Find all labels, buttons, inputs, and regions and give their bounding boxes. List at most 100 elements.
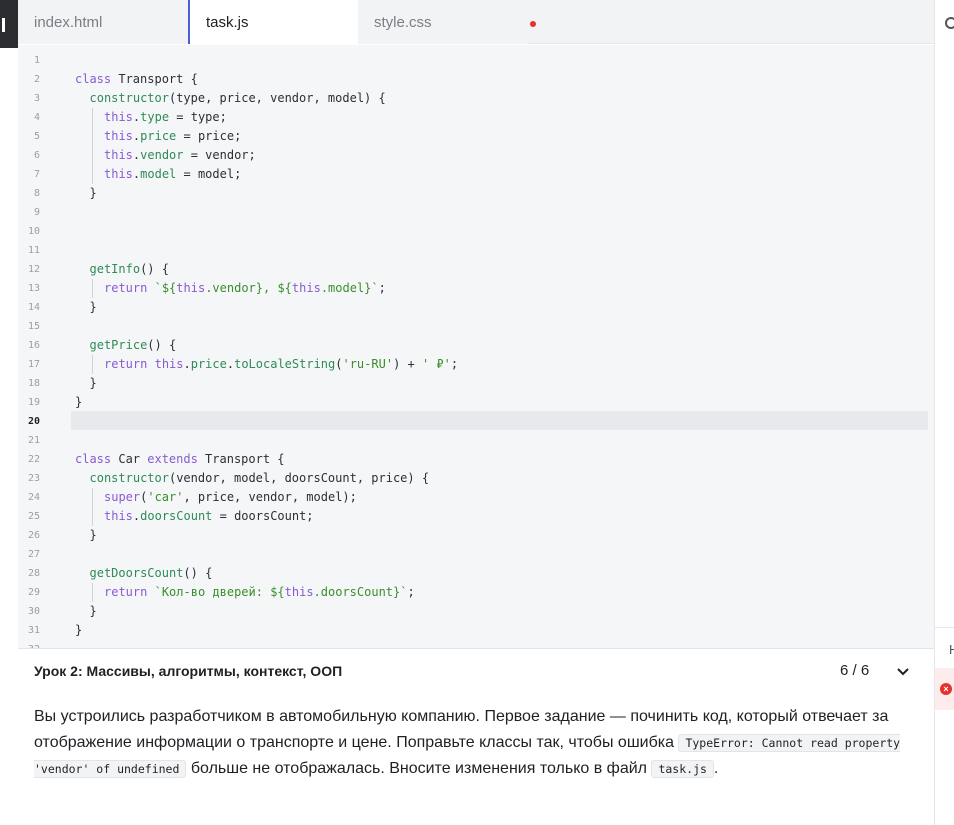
refresh-icon[interactable] (945, 17, 954, 29)
code-line[interactable]: 32 (18, 640, 934, 648)
line-number: 6 (33, 150, 40, 161)
code-token: 'car' (147, 490, 184, 504)
code-token: = vendor; (183, 148, 256, 162)
line-number: 4 (33, 112, 40, 123)
line-number: 15 (27, 321, 40, 332)
tab-index-html[interactable]: index.html (18, 0, 188, 44)
code-token: return (104, 585, 148, 599)
code-line[interactable]: 31} (18, 621, 934, 640)
line-number: 24 (27, 492, 40, 503)
code-line[interactable]: 2 class Transport { (18, 70, 934, 89)
code-line[interactable]: 17 return this.price.toLocaleString('ru-R… (18, 355, 934, 374)
line-number: 30 (27, 606, 40, 617)
code-line[interactable]: 5 this.price = price; (18, 127, 934, 146)
task-description: Вы устроились разработчиком в автомобиль… (34, 704, 924, 782)
indent-guide (91, 355, 93, 374)
code-text: return `Кол-во дверей: ${this.doorsCount… (104, 583, 415, 602)
code-token: () { (183, 566, 213, 580)
code-line[interactable]: 29 return `Кол-во дверей: ${this.doorsCou… (18, 583, 934, 602)
code-token: }, ${ (255, 281, 292, 295)
code-line[interactable]: 20 (18, 412, 934, 431)
code-line[interactable]: 16 getPrice() { (18, 336, 934, 355)
tab-task-js[interactable]: task.js (188, 0, 358, 44)
code-line[interactable]: 4 this.type = type; (18, 108, 934, 127)
code-line[interactable]: 10 (18, 222, 934, 241)
code-line[interactable]: 25 this.doorsCount = doorsCount; (18, 507, 934, 526)
code-token: Car (111, 452, 148, 466)
line-number: 20 (27, 416, 40, 427)
code-line[interactable]: 9 (18, 203, 934, 222)
code-line[interactable]: 3 constructor(type, price, vendor, model)… (18, 89, 934, 108)
line-number: 11 (27, 245, 40, 256)
task-panel: Урок 2: Массивы, алгоритмы, контекст, ОО… (18, 648, 934, 825)
code-token: constructor (89, 471, 169, 485)
chevron-down-icon[interactable] (896, 665, 910, 679)
line-number: 7 (33, 169, 40, 180)
code-token: } (89, 376, 97, 390)
line-number: 29 (27, 587, 40, 598)
line-number: 14 (27, 302, 40, 313)
code-line[interactable]: 11 (18, 241, 934, 260)
task-text-part: . (713, 760, 719, 777)
code-editor[interactable]: 1 2 class Transport {3 constructor(type, pr… (18, 45, 934, 648)
code-token: this (104, 148, 133, 162)
code-line[interactable]: 12 getInfo() { (18, 260, 934, 279)
code-line[interactable]: 18} (18, 374, 934, 393)
code-text: } (75, 621, 82, 640)
error-circle-icon: × (940, 683, 952, 695)
code-text: this.price = price; (104, 127, 241, 146)
line-number: 25 (27, 511, 40, 522)
line-number: 26 (27, 530, 40, 541)
code-line[interactable]: 6 this.vendor = vendor; (18, 146, 934, 165)
code-token: this (284, 585, 314, 599)
code-text: this.doorsCount = doorsCount; (104, 507, 314, 526)
code-token: price (190, 357, 227, 371)
code-line[interactable]: 27 (18, 545, 934, 564)
tab-style-css[interactable]: style.css (358, 0, 528, 44)
code-token: = model; (176, 167, 242, 181)
code-line[interactable]: 22 class Car extends Transport { (18, 450, 934, 469)
code-line[interactable]: 23 constructor(vendor, model, doorsCount,… (18, 469, 934, 488)
code-token: } (75, 623, 83, 637)
code-token: ; (378, 281, 386, 295)
line-number: 12 (27, 264, 40, 275)
code-token: (type, price, vendor, model) { (168, 91, 386, 105)
code-token: () { (147, 338, 177, 352)
code-text: } (75, 393, 82, 412)
file-name-code: task.js (651, 760, 714, 778)
code-token: this (104, 509, 133, 523)
code-line[interactable]: 14} (18, 298, 934, 317)
code-line[interactable]: 1 (18, 51, 934, 70)
code-line[interactable]: 30} (18, 602, 934, 621)
code-token: , price, vendor, model); (183, 490, 357, 504)
code-line[interactable]: 21 (18, 431, 934, 450)
line-number: 16 (27, 340, 40, 351)
code-token: = doorsCount; (212, 509, 314, 523)
code-line[interactable]: 24 super('car', price, vendor, model); (18, 488, 934, 507)
code-text: this.vendor = vendor; (104, 146, 256, 165)
code-token: ; (450, 357, 459, 371)
code-line[interactable]: 26} (18, 526, 934, 545)
indent-guide (91, 279, 93, 298)
code-token: super (104, 490, 141, 504)
code-line[interactable]: 15 (18, 317, 934, 336)
code-text: return `${this.vendor}, ${this.model}`; (104, 279, 386, 298)
code-token: doorsCount (320, 585, 394, 599)
code-token: `Кол-во дверей: ${ (154, 585, 285, 599)
error-row[interactable]: × (935, 668, 954, 710)
task-progress: 6 / 6 (840, 662, 870, 679)
line-number: 5 (33, 131, 40, 142)
code-line[interactable]: 28 getDoorsCount() { (18, 564, 934, 583)
code-line[interactable]: 13 return `${this.vendor}, ${this.model}`… (18, 279, 934, 298)
code-line[interactable]: 7 this.model = model; (18, 165, 934, 184)
code-text: getDoorsCount() { (90, 564, 213, 583)
code-line[interactable]: 19} (18, 393, 934, 412)
lesson-title: Урок 2: Массивы, алгоритмы, контекст, ОО… (34, 663, 343, 679)
activity-indicator (2, 18, 5, 32)
code-token: . (183, 357, 191, 371)
line-number: 31 (27, 625, 40, 636)
code-line[interactable]: 8} (18, 184, 934, 203)
code-token: extends (147, 452, 198, 466)
